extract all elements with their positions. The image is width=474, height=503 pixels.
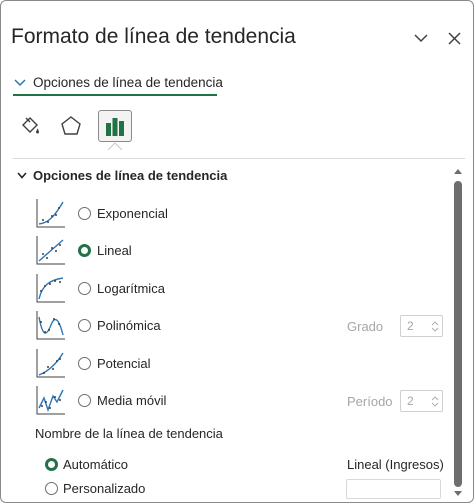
tab-label: Opciones de línea de tendencia [33,74,223,90]
linear-radio[interactable] [78,244,91,257]
scroll-up-button[interactable] [453,167,463,175]
pane-options-button[interactable] [410,27,432,49]
linear-label[interactable]: Lineal [97,243,132,258]
close-icon [447,31,461,45]
polynomial-trend-icon [36,311,65,340]
logarithmic-label[interactable]: Logarítmica [97,281,165,296]
logarithmic-trend-icon [36,274,65,303]
period-stepper[interactable]: 2 [400,390,443,412]
power-label[interactable]: Potencial [97,356,150,371]
linear-trend-icon [36,236,65,265]
divider [13,158,465,159]
effects-tab[interactable] [54,110,88,142]
exponential-radio[interactable] [78,207,91,220]
custom-radio[interactable] [45,482,58,495]
trendline-options-tab[interactable] [98,110,132,142]
pentagon-icon [61,116,81,135]
chevron-down-icon [17,171,27,179]
pane-title: Formato de línea de tendencia [11,25,296,48]
logarithmic-radio[interactable] [78,282,91,295]
tab-trendline-options[interactable]: Opciones de línea de tendencia [13,67,223,97]
moving-average-radio[interactable] [78,394,91,407]
automatic-label[interactable]: Automático [63,457,128,472]
order-value: 2 [407,319,414,333]
tab-pointer [108,142,122,150]
automatic-radio[interactable] [45,458,58,471]
exponential-trend-icon [36,199,65,228]
scrollbar-thumb[interactable] [454,181,462,487]
power-trend-icon [36,349,65,378]
moving-average-label[interactable]: Media móvil [97,393,166,408]
close-button[interactable] [443,27,465,49]
polynomial-radio[interactable] [78,319,91,332]
custom-name-input[interactable] [346,479,441,499]
custom-label[interactable]: Personalizado [63,481,145,496]
trendline-name-heading: Nombre de la línea de tendencia [35,426,223,441]
section-header[interactable]: Opciones de línea de tendencia [17,167,227,183]
section-title: Opciones de línea de tendencia [33,167,228,183]
chevron-down-icon [414,33,428,42]
tab-underline [13,94,217,96]
bar-chart-icon [106,118,124,136]
polynomial-label[interactable]: Polinómica [97,318,161,333]
format-pane: Formato de línea de tendencia Opciones d… [0,0,474,503]
automatic-name-value: Lineal (Ingresos) [347,457,444,472]
order-label: Grado [347,319,384,334]
period-value: 2 [407,394,414,408]
chevron-down-icon[interactable] [431,327,439,332]
fill-line-tab[interactable] [13,110,47,142]
scroll-down-button[interactable] [453,490,463,498]
moving-average-trend-icon [36,386,65,415]
order-stepper[interactable]: 2 [400,315,443,337]
chevron-down-icon[interactable] [431,402,439,407]
paint-bucket-icon [22,117,39,134]
chevron-down-icon [14,79,26,87]
chevron-up-icon[interactable] [431,320,439,326]
exponential-label[interactable]: Exponencial [97,206,168,221]
power-radio[interactable] [78,357,91,370]
chevron-up-icon[interactable] [431,395,439,401]
period-label: Período [347,394,393,409]
